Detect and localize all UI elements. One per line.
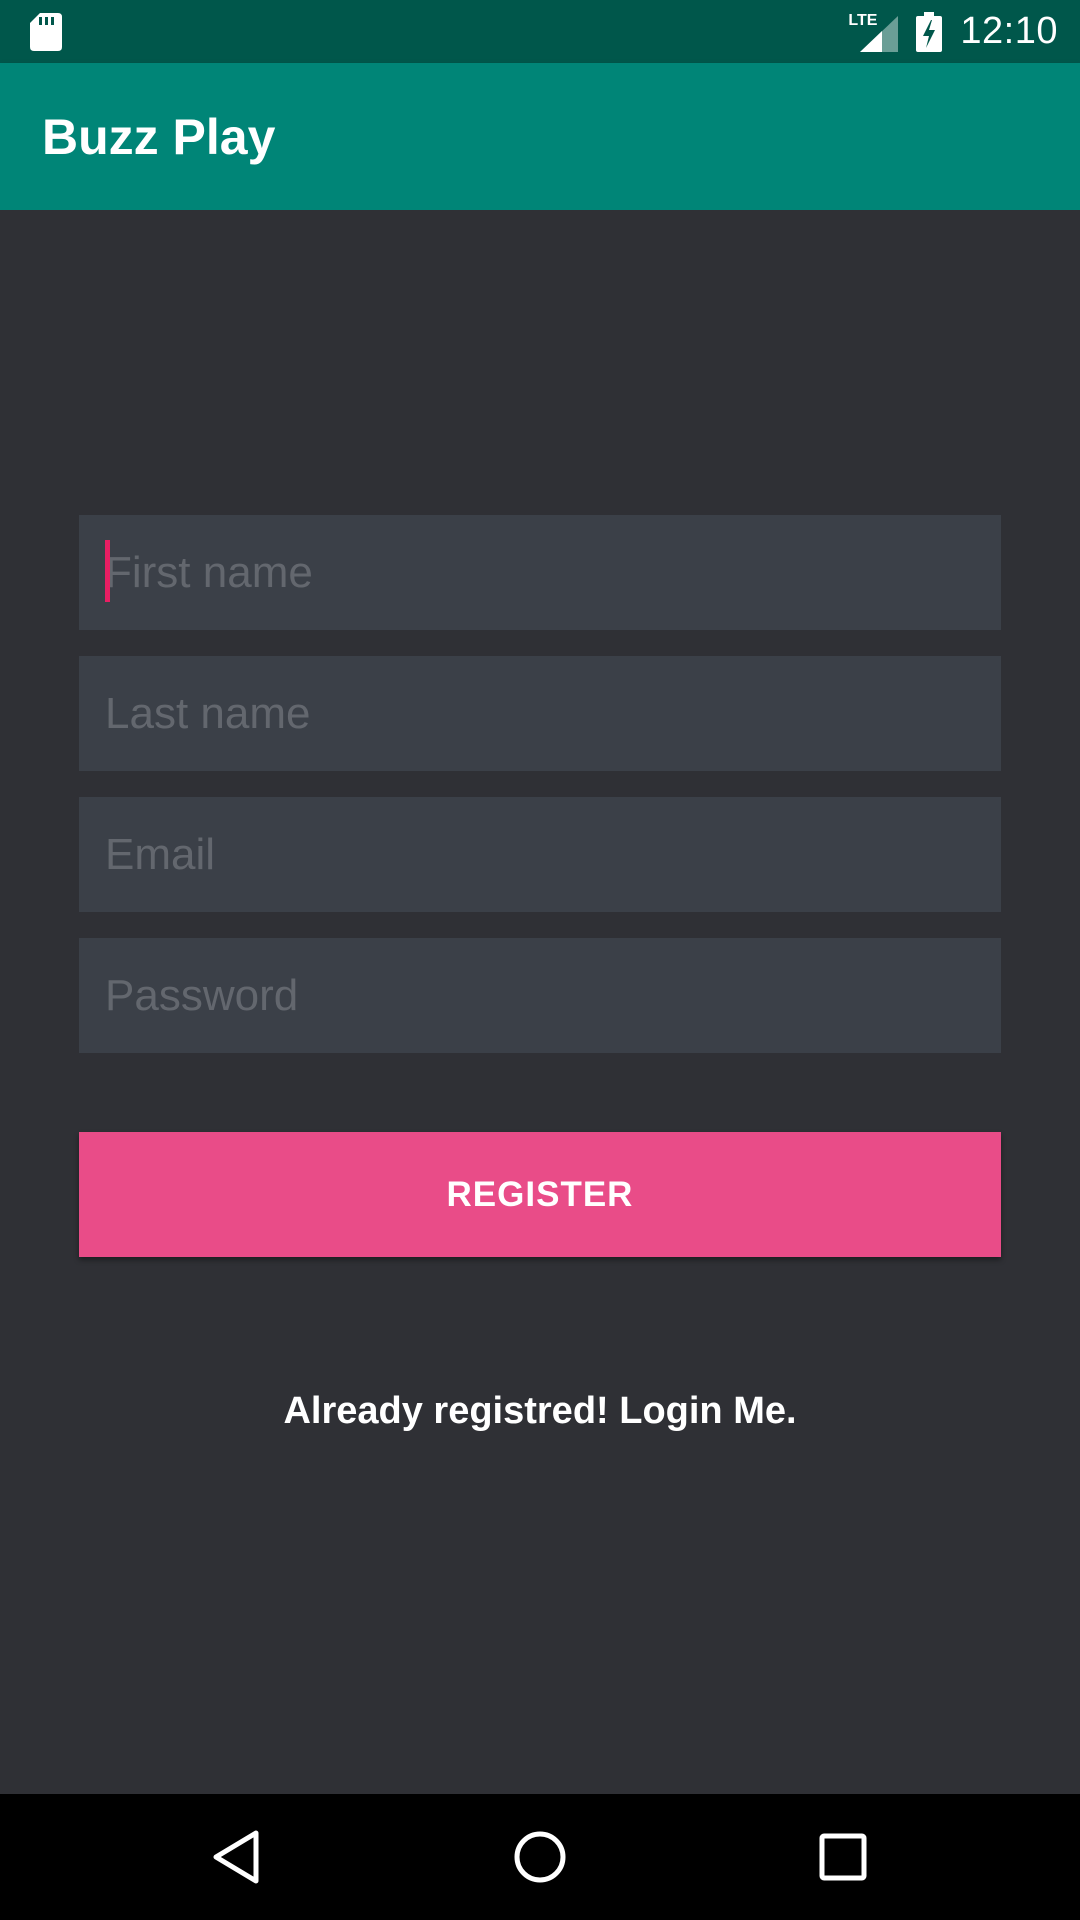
app-title: Buzz Play (42, 108, 276, 165)
app-bar: Buzz Play (0, 63, 1080, 210)
last-name-field-container (79, 656, 1001, 771)
recents-icon[interactable] (813, 1827, 873, 1887)
password-input[interactable] (105, 938, 1001, 1053)
lte-signal-icon: LTE (848, 12, 899, 52)
first-name-input[interactable] (105, 515, 1001, 630)
home-icon[interactable] (510, 1827, 570, 1887)
password-field-container (79, 938, 1001, 1053)
text-cursor (105, 540, 110, 602)
status-time: 12:10 (960, 10, 1058, 52)
signal-triangle-icon (860, 15, 899, 52)
back-icon[interactable] (206, 1827, 266, 1887)
sd-card-icon (30, 12, 62, 51)
navigation-bar (0, 1794, 1080, 1920)
register-form: REGISTER Already registred! Login Me. (0, 210, 1080, 1794)
login-link[interactable]: Already registred! Login Me. (0, 1390, 1080, 1433)
status-left (30, 12, 62, 51)
status-bar: LTE 12:10 (0, 0, 1080, 63)
status-right: LTE 12:10 (848, 10, 1058, 53)
last-name-input[interactable] (105, 656, 1001, 771)
first-name-field-container (79, 515, 1001, 630)
email-input[interactable] (105, 797, 1001, 912)
battery-charging-icon (916, 11, 943, 52)
register-button[interactable]: REGISTER (79, 1132, 1001, 1257)
email-field-container (79, 797, 1001, 912)
